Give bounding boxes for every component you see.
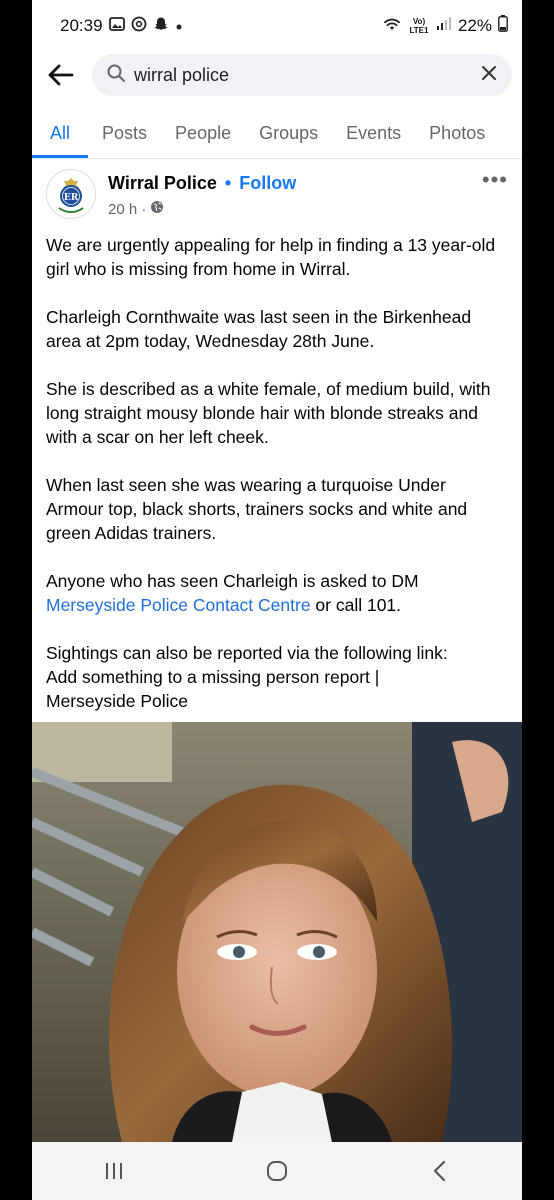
post-text: We are urgently appealing for help in fi… [32,219,522,713]
back-button[interactable] [42,56,80,94]
page-avatar[interactable]: ER [46,169,96,219]
phone-screen: 20:39 Vo) LTE1 22% wirral police All Pos… [32,0,522,1200]
tab-events[interactable]: Events [332,123,415,158]
post-header: ER Wirral Police • Follow 20 h · ••• [32,159,522,219]
clear-search-button[interactable] [480,64,498,87]
contact-suffix: or call 101. [310,595,402,615]
search-query: wirral police [134,64,230,85]
signal-icon [436,16,452,37]
post-paragraph-contact: Anyone who has seen Charleigh is asked t… [46,569,504,617]
author-name[interactable]: Wirral Police [108,173,217,194]
status-bar: 20:39 Vo) LTE1 22% [32,0,522,52]
post-paragraph: We are urgently appealing for help in fi… [46,235,496,279]
search-header: wirral police [32,52,522,98]
search-filter-tabs: All Posts People Groups Events Photos [32,110,522,159]
globe-icon [150,200,164,218]
search-icon [106,63,126,88]
post-time[interactable]: 20 h · [108,201,146,218]
avatar-cipher: ER [64,193,79,203]
tab-posts[interactable]: Posts [88,123,161,158]
chevron-left-icon [434,1160,446,1182]
home-button[interactable] [247,1151,307,1191]
post-paragraph: She is described as a white female, of m… [46,379,491,447]
status-time: 20:39 [60,16,103,35]
post-options-button[interactable]: ••• [482,167,508,193]
home-icon [266,1161,287,1181]
sightings-line: Sightings can also be reported via the f… [46,643,448,663]
separator-dot: • [224,173,232,193]
recent-apps-icon [105,1163,122,1179]
tab-groups[interactable]: Groups [245,123,332,158]
recent-apps-button[interactable] [84,1151,144,1191]
close-icon [482,65,496,80]
police-crest-icon: ER [58,178,84,214]
battery-icon [498,15,508,37]
post-paragraph: Charleigh Cornthwaite was last seen in t… [46,307,472,351]
report-link-line: Add something to a missing person report… [46,667,380,687]
back-arrow-icon [48,64,74,86]
back-nav-button[interactable] [410,1151,470,1191]
post-paragraph-sightings: Sightings can also be reported via the f… [46,641,504,713]
missing-girl-photo [32,722,522,1142]
threads-notification-icon [131,16,147,37]
follow-button[interactable]: Follow [239,173,296,194]
battery-percent: 22% [457,16,492,35]
search-input[interactable]: wirral police [92,54,512,96]
post-photo[interactable] [32,722,522,1142]
contact-centre-link[interactable]: Merseyside Police Contact Centre [46,595,311,615]
notification-dot-icon [175,16,183,36]
tab-photos[interactable]: Photos [415,123,499,158]
report-link-line: Merseyside Police [46,691,188,711]
android-navigation-bar [32,1142,522,1200]
wifi-icon [382,16,402,37]
post-paragraph: When last seen she was wearing a turquoi… [46,475,468,543]
network-label: Vo) LTE1 [409,17,429,35]
contact-prefix: Anyone who has seen Charleigh is asked t… [46,571,419,591]
gallery-notification-icon [108,16,125,37]
tab-people[interactable]: People [161,123,245,158]
snapchat-notification-icon [153,16,169,37]
tab-all[interactable]: All [32,123,89,158]
